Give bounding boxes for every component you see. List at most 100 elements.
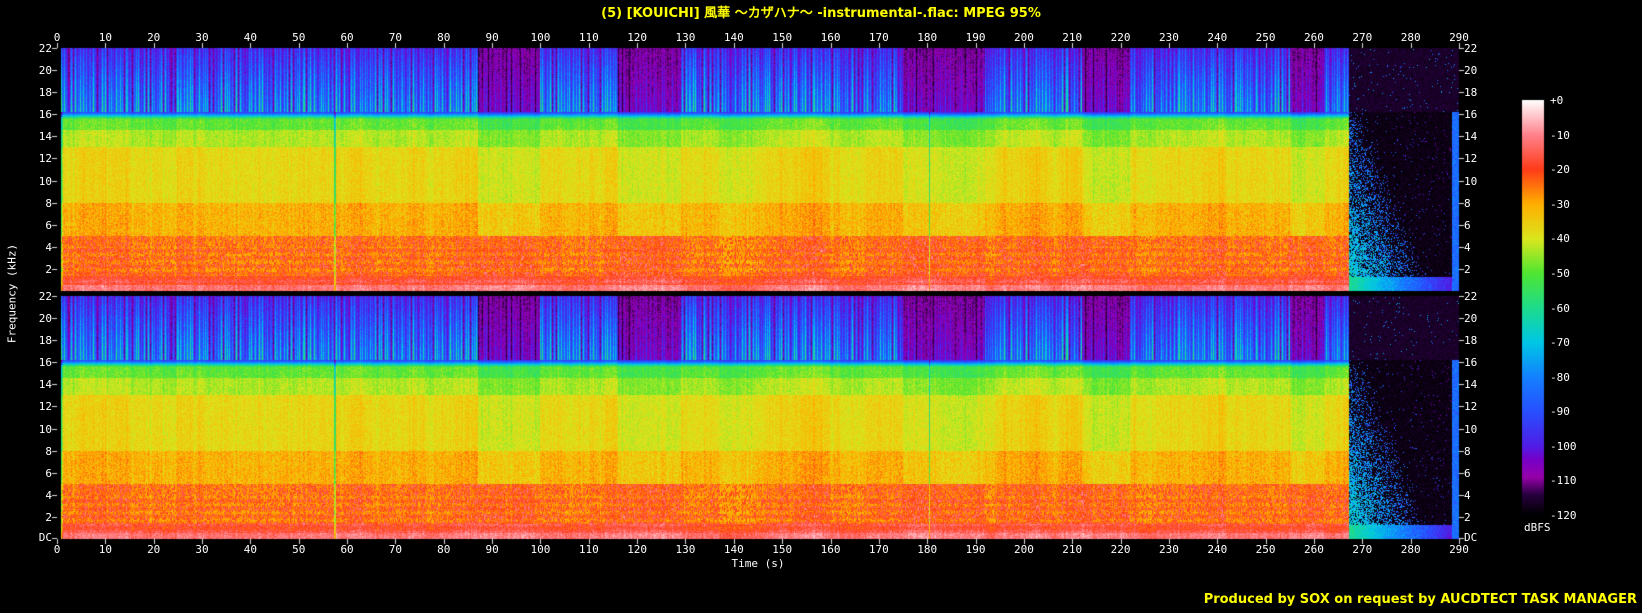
db-tick-label: -80 bbox=[1550, 371, 1570, 384]
time-tick-label-top: 150 bbox=[762, 31, 802, 44]
time-tick-label-bottom: 290 bbox=[1439, 543, 1479, 556]
time-tick-label-bottom: 120 bbox=[617, 543, 657, 556]
freq-tick-label-left: 12 bbox=[0, 152, 52, 165]
time-tick-label-bottom: 100 bbox=[520, 543, 560, 556]
time-tick-label-bottom: 180 bbox=[907, 543, 947, 556]
db-tick-label: -20 bbox=[1550, 163, 1570, 176]
freq-tick-label-left: 8 bbox=[0, 445, 52, 458]
freq-tick-label-left-dc: DC bbox=[0, 531, 52, 544]
time-tick-label-top: 80 bbox=[424, 31, 464, 44]
time-tick-label-bottom: 240 bbox=[1197, 543, 1237, 556]
dbfs-unit-label: dBFS bbox=[1524, 521, 1551, 534]
time-tick-label-top: 190 bbox=[956, 31, 996, 44]
freq-tick-label-left: 22 bbox=[0, 42, 52, 55]
db-tick-label: -30 bbox=[1550, 198, 1570, 211]
time-tick-label-top: 270 bbox=[1342, 31, 1382, 44]
freq-tick-label-right: 22 bbox=[1464, 290, 1477, 303]
freq-tick-label-right: 20 bbox=[1464, 64, 1477, 77]
freq-tick-label-right: 18 bbox=[1464, 86, 1477, 99]
time-tick-label-bottom: 20 bbox=[134, 543, 174, 556]
time-tick-label-bottom: 150 bbox=[762, 543, 802, 556]
db-tick-label: -90 bbox=[1550, 405, 1570, 418]
time-tick-label-bottom: 0 bbox=[37, 543, 77, 556]
freq-tick-label-right: 4 bbox=[1464, 489, 1471, 502]
freq-tick-label-right: 14 bbox=[1464, 378, 1477, 391]
spectrogram-canvas bbox=[0, 0, 1642, 613]
freq-tick-label-right: 4 bbox=[1464, 241, 1471, 254]
time-tick-label-bottom: 50 bbox=[279, 543, 319, 556]
time-tick-label-top: 20 bbox=[134, 31, 174, 44]
time-tick-label-top: 70 bbox=[375, 31, 415, 44]
freq-tick-label-right: 12 bbox=[1464, 152, 1477, 165]
time-tick-label-bottom: 110 bbox=[569, 543, 609, 556]
freq-tick-label-right: 18 bbox=[1464, 334, 1477, 347]
time-tick-label-top: 90 bbox=[472, 31, 512, 44]
time-tick-label-bottom: 200 bbox=[1004, 543, 1044, 556]
db-tick-label: -10 bbox=[1550, 129, 1570, 142]
time-tick-label-top: 130 bbox=[665, 31, 705, 44]
freq-tick-label-left: 6 bbox=[0, 467, 52, 480]
time-tick-label-top: 30 bbox=[182, 31, 222, 44]
time-tick-label-bottom: 70 bbox=[375, 543, 415, 556]
time-tick-label-top: 160 bbox=[811, 31, 851, 44]
frequency-axis-label: Frequency (kHz) bbox=[6, 194, 19, 394]
db-tick-label: +0 bbox=[1550, 94, 1563, 107]
freq-tick-label-right: 16 bbox=[1464, 108, 1477, 121]
freq-tick-label-left: 4 bbox=[0, 489, 52, 502]
spectrogram-page: (5) [KOUICHI] 風華 ～カザハナ～ -instrumental-.f… bbox=[0, 0, 1642, 613]
time-axis-label: Time (s) bbox=[57, 557, 1459, 570]
freq-tick-label-right: 12 bbox=[1464, 400, 1477, 413]
time-tick-label-bottom: 190 bbox=[956, 543, 996, 556]
freq-tick-label-right: 6 bbox=[1464, 219, 1471, 232]
time-tick-label-bottom: 220 bbox=[1101, 543, 1141, 556]
time-tick-label-bottom: 90 bbox=[472, 543, 512, 556]
time-tick-label-top: 220 bbox=[1101, 31, 1141, 44]
freq-tick-label-right: 2 bbox=[1464, 511, 1471, 524]
time-tick-label-bottom: 40 bbox=[230, 543, 270, 556]
time-tick-label-top: 140 bbox=[714, 31, 754, 44]
freq-tick-label-right: 10 bbox=[1464, 175, 1477, 188]
time-tick-label-bottom: 140 bbox=[714, 543, 754, 556]
freq-tick-label-right: 10 bbox=[1464, 423, 1477, 436]
freq-tick-label-right: 14 bbox=[1464, 130, 1477, 143]
freq-tick-label-right: 20 bbox=[1464, 312, 1477, 325]
time-tick-label-bottom: 270 bbox=[1342, 543, 1382, 556]
time-tick-label-top: 10 bbox=[85, 31, 125, 44]
time-tick-label-top: 120 bbox=[617, 31, 657, 44]
time-tick-label-bottom: 80 bbox=[424, 543, 464, 556]
time-tick-label-top: 100 bbox=[520, 31, 560, 44]
time-tick-label-bottom: 280 bbox=[1391, 543, 1431, 556]
time-tick-label-top: 230 bbox=[1149, 31, 1189, 44]
freq-tick-label-left: 10 bbox=[0, 175, 52, 188]
time-tick-label-top: 170 bbox=[859, 31, 899, 44]
db-tick-label: -120 bbox=[1550, 509, 1577, 522]
time-tick-label-bottom: 10 bbox=[85, 543, 125, 556]
page-title: (5) [KOUICHI] 風華 ～カザハナ～ -instrumental-.f… bbox=[0, 2, 1642, 21]
db-tick-label: -70 bbox=[1550, 336, 1570, 349]
time-tick-label-bottom: 60 bbox=[327, 543, 367, 556]
time-tick-label-top: 200 bbox=[1004, 31, 1044, 44]
time-tick-label-bottom: 170 bbox=[859, 543, 899, 556]
time-tick-label-bottom: 130 bbox=[665, 543, 705, 556]
freq-tick-label-right: 6 bbox=[1464, 467, 1471, 480]
time-tick-label-bottom: 230 bbox=[1149, 543, 1189, 556]
db-tick-label: -60 bbox=[1550, 302, 1570, 315]
time-tick-label-top: 110 bbox=[569, 31, 609, 44]
freq-tick-label-right: 2 bbox=[1464, 263, 1471, 276]
freq-tick-label-left: 18 bbox=[0, 86, 52, 99]
time-tick-label-bottom: 30 bbox=[182, 543, 222, 556]
db-tick-label: -110 bbox=[1550, 474, 1577, 487]
freq-tick-label-right: 16 bbox=[1464, 356, 1477, 369]
time-tick-label-top: 280 bbox=[1391, 31, 1431, 44]
time-tick-label-top: 260 bbox=[1294, 31, 1334, 44]
freq-tick-label-right: 22 bbox=[1464, 42, 1477, 55]
time-tick-label-top: 60 bbox=[327, 31, 367, 44]
freq-tick-label-left: 10 bbox=[0, 423, 52, 436]
credit-text: Produced by SOX on request by AUCDTECT T… bbox=[1204, 592, 1637, 607]
time-tick-label-bottom: 210 bbox=[1052, 543, 1092, 556]
time-tick-label-top: 210 bbox=[1052, 31, 1092, 44]
db-tick-label: -100 bbox=[1550, 440, 1577, 453]
freq-tick-label-right-dc: DC bbox=[1464, 531, 1477, 544]
time-tick-label-bottom: 250 bbox=[1246, 543, 1286, 556]
time-tick-label-top: 240 bbox=[1197, 31, 1237, 44]
